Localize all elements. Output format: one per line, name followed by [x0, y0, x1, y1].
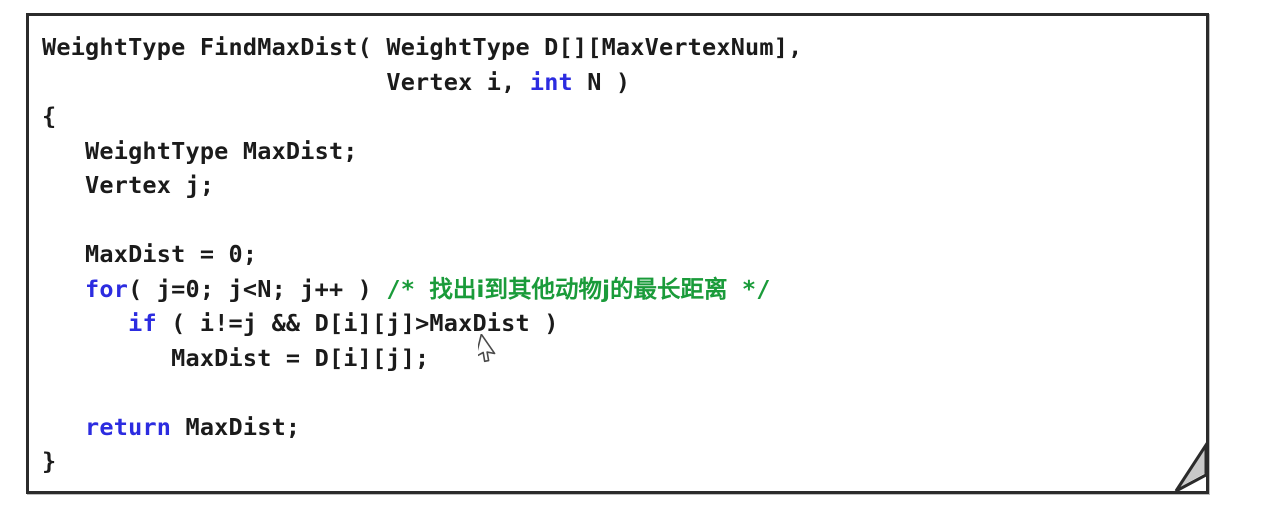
- code-line-4-text: WeightType MaxDist;: [42, 136, 358, 165]
- code-line-13: }: [42, 444, 802, 479]
- code-line-10-text: MaxDist = D[i][j];: [42, 343, 430, 372]
- code-line-12-after: MaxDist;: [171, 412, 301, 441]
- keyword-if: if: [128, 309, 157, 337]
- code-line-2-before: Vertex i,: [386, 67, 530, 96]
- code-line-2-after: N ): [572, 67, 631, 96]
- code-line-9-indent: [42, 309, 128, 337]
- code-line-7: MaxDist = 0;: [42, 237, 802, 272]
- keyword-return: return: [85, 412, 172, 441]
- code-line-11-blank: [42, 375, 802, 410]
- code-line-1: WeightType FindMaxDist( WeightType D[][M…: [42, 30, 802, 65]
- code-block: WeightType FindMaxDist( WeightType D[][M…: [42, 30, 802, 479]
- code-line-3-text: {: [42, 102, 57, 130]
- code-line-7-text: MaxDist = 0;: [42, 240, 258, 268]
- code-line-3: {: [42, 99, 802, 134]
- code-line-9-after: ( i!=j && D[i][j]>MaxDist ): [156, 309, 559, 337]
- comment-open: /*: [386, 274, 430, 303]
- code-line-5-text: Vertex j;: [42, 171, 215, 199]
- code-line-9: if ( i!=j && D[i][j]>MaxDist ): [42, 306, 802, 341]
- page-fold-icon: [1145, 442, 1209, 494]
- code-line-8-indent: [42, 275, 85, 303]
- code-slide-frame: WeightType FindMaxDist( WeightType D[][M…: [26, 13, 1209, 494]
- code-line-12: return MaxDist;: [42, 410, 802, 445]
- code-line-8: for( j=0; j<N; j++ ) /* 找出i到其他动物j的最长距离 *…: [42, 272, 802, 307]
- code-line-12-indent: [42, 413, 85, 441]
- code-line-4: WeightType MaxDist;: [42, 134, 802, 169]
- code-line-2-indent: [42, 68, 386, 96]
- code-line-2: Vertex i, int N ): [42, 65, 802, 100]
- code-line-10: MaxDist = D[i][j];: [42, 341, 802, 376]
- code-line-8-after: ( j=0; j<N; j++ ): [128, 274, 387, 303]
- keyword-for: for: [85, 274, 129, 303]
- code-line-1-text: WeightType FindMaxDist( WeightType D[][M…: [42, 33, 803, 61]
- code-line-6-blank: [42, 203, 802, 238]
- comment-chinese-text: 找出i到其他动物j的最长距离: [429, 274, 728, 303]
- code-line-13-text: }: [42, 447, 57, 475]
- comment-close: */: [727, 274, 771, 303]
- keyword-int: int: [529, 67, 573, 96]
- code-line-5: Vertex j;: [42, 168, 802, 203]
